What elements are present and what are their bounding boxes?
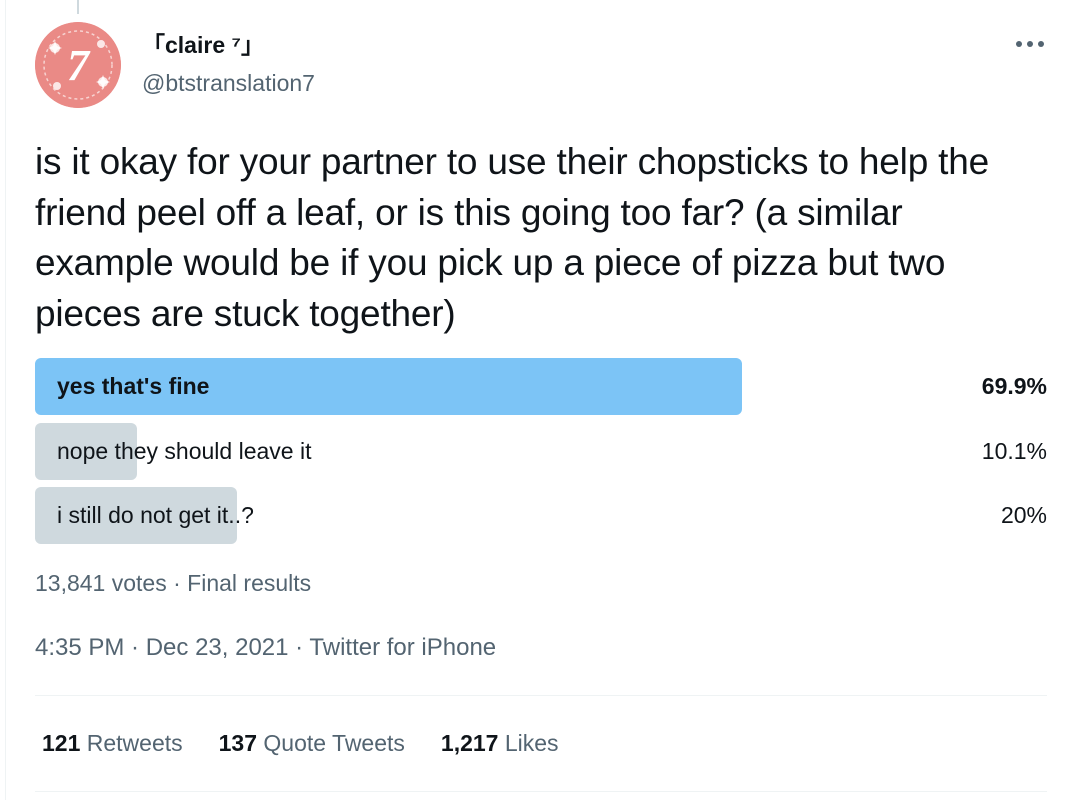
poll-vote-count: 13,841 votes — [35, 570, 167, 596]
divider — [35, 791, 1047, 792]
avatar[interactable]: 7 — [35, 22, 121, 108]
poll-option-percent: 69.9% — [981, 373, 1047, 399]
separator-dot: · — [124, 634, 146, 661]
card-left-border — [5, 0, 6, 800]
svg-text:7: 7 — [67, 41, 91, 90]
quote-tweets-label: Quote Tweets — [263, 730, 405, 756]
quote-tweets-stat[interactable]: 137 Quote Tweets — [219, 727, 405, 759]
separator-dot: · — [288, 634, 310, 661]
tweet-date[interactable]: Dec 23, 2021 — [146, 634, 289, 661]
retweets-count: 121 — [42, 730, 81, 756]
likes-count: 1,217 — [440, 730, 499, 756]
tweet-text: is it okay for your partner to use their… — [35, 141, 989, 334]
more-horizontal-icon — [1016, 41, 1044, 47]
divider — [35, 695, 1047, 696]
engagement-stats: 121 Retweets 137 Quote Tweets 1,217 Like… — [42, 727, 559, 759]
poll-option-label: i still do not get it..? — [57, 502, 254, 528]
poll-option-percent: 10.1% — [981, 438, 1047, 464]
separator-dot: · — [166, 570, 188, 596]
tweet-source[interactable]: Twitter for iPhone — [309, 634, 496, 661]
quote-tweets-count: 137 — [218, 730, 258, 756]
author-display-name[interactable]: 「claire ⁷」 — [142, 30, 264, 60]
tweet-time[interactable]: 4:35 PM — [35, 634, 124, 661]
thread-connector-line — [77, 0, 79, 14]
poll-status: Final results — [187, 570, 312, 596]
more-options-button[interactable] — [1010, 30, 1050, 58]
poll-option-label: yes that's fine — [57, 373, 210, 399]
likes-label: Likes — [504, 730, 559, 756]
author-handle[interactable]: @btstranslation7 — [142, 68, 315, 98]
poll-meta: 13,841 votes · Final results — [35, 567, 311, 599]
poll-option-1: yes that's fine 69.9% — [35, 358, 1047, 415]
poll-option-label: nope they should leave it — [57, 438, 312, 464]
tweet-timestamp: 4:35 PM · Dec 23, 2021 · Twitter for iPh… — [35, 632, 496, 664]
poll-option-3: i still do not get it..? 20% — [35, 487, 1047, 544]
poll-option-percent: 20% — [1000, 502, 1047, 528]
avatar-seven-floral-icon: 7 — [35, 22, 121, 108]
retweets-label: Retweets — [86, 730, 183, 756]
retweets-stat[interactable]: 121 Retweets — [42, 727, 183, 759]
likes-stat[interactable]: 1,217 Likes — [441, 727, 559, 759]
poll-option-2: nope they should leave it 10.1% — [35, 423, 1047, 480]
